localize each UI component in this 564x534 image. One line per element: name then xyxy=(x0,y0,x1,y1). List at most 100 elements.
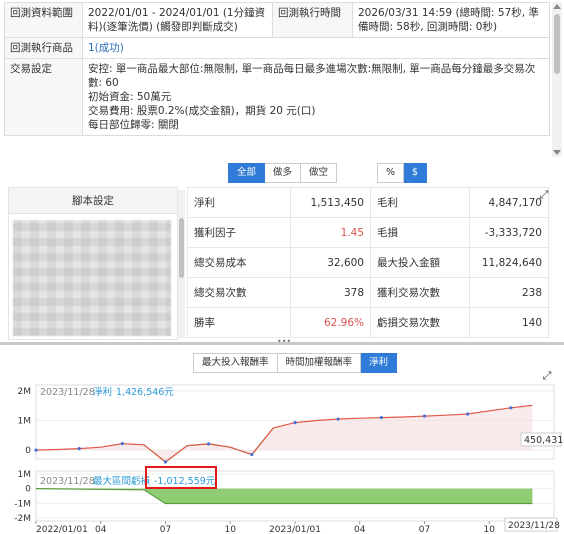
range-value: 2022/01/01 - 2024/01/01 (1分鐘資料)(逐筆洗價) (觸… xyxy=(82,2,273,38)
y-tick-label: -2M xyxy=(14,514,31,524)
settings-label: 交易設定 xyxy=(4,58,83,136)
stat-value: 62.96% xyxy=(290,307,371,338)
product-link[interactable]: 1(成功) xyxy=(88,42,124,54)
stats-row: 總交易成本 32,600 最大投入金額 11,824,640 xyxy=(187,247,549,278)
stat-label: 淨利 xyxy=(187,187,291,218)
tab-direction-all[interactable]: 全部 xyxy=(228,163,266,183)
stat-label: 總交易次數 xyxy=(187,277,291,308)
equity-chart[interactable]: 2M 1M 0 2023/11/28 淨利 1,426,546元 450,431 1… xyxy=(0,379,564,534)
script-scroll-thumb[interactable] xyxy=(179,218,184,278)
stat-label: 獲利交易次數 xyxy=(370,277,470,308)
stat-value: -3,333,720 xyxy=(469,217,549,248)
y-tick-label: 2M xyxy=(18,387,32,397)
script-settings-title: 腳本設定 xyxy=(9,188,177,214)
tab-net-profit[interactable]: 淨利 xyxy=(361,353,398,373)
settings-risk-control: 安控: 單一商品最大部位:無限制, 單一商品每日最多進場次數:無限制, 單一商品… xyxy=(88,63,536,89)
net-profit-point xyxy=(293,420,297,425)
stat-label: 虧損交易次數 xyxy=(370,307,470,338)
net-profit-point xyxy=(207,442,211,446)
stat-label: 勝率 xyxy=(187,307,291,338)
tab-unit-dollar[interactable]: $ xyxy=(404,163,428,183)
x-tick-label: 2022/01/01 xyxy=(36,525,88,534)
script-settings-blurred-content xyxy=(13,220,171,336)
x-tick-label: 07 xyxy=(419,525,430,534)
stats-row: 勝率 62.96% 虧損交易次數 140 xyxy=(187,307,549,338)
settings-fees: 交易費用: 股票0.2%(成交金額)，期貨 20 元(口) xyxy=(88,105,316,117)
y-tick-label: 0 xyxy=(25,446,31,456)
y-tick-label: 0 xyxy=(25,485,31,495)
backtest-info-table: 回測資料範圍 2022/01/01 - 2024/01/01 (1分鐘資料)(逐… xyxy=(4,2,550,136)
stat-value: 1,513,450 xyxy=(290,187,371,218)
stat-label: 毛損 xyxy=(370,217,470,248)
x-axis: 2022/01/01 04 07 10 2023/01/01 04 07 10 xyxy=(35,521,496,534)
drawdown-highlight-box xyxy=(145,466,217,489)
tab-unit-percent[interactable]: % xyxy=(377,163,405,183)
y-tick-label: 1M xyxy=(18,470,32,480)
y-tick-label: 1M xyxy=(18,417,32,427)
y-tick-label: -1M xyxy=(14,499,31,509)
tab-direction-long[interactable]: 做多 xyxy=(265,163,302,183)
script-panel-scrollbar[interactable] xyxy=(178,190,185,338)
product-label: 回測執行商品 xyxy=(4,37,83,59)
net-profit-point xyxy=(163,460,168,464)
stats-row: 獲利因子 1.45 毛損 -3,333,720 xyxy=(187,217,549,248)
tab-direction-short[interactable]: 做空 xyxy=(301,163,338,183)
tab-max-invest-return[interactable]: 最大投入報酬率 xyxy=(193,353,278,373)
top-legend-value: 1,426,546元 xyxy=(116,387,174,398)
net-profit-point xyxy=(336,417,340,421)
net-profit-point xyxy=(466,412,470,416)
x-end-label: 2023/11/28 xyxy=(508,521,560,531)
scroll-thumb[interactable] xyxy=(554,14,560,74)
settings-daily-reset: 每日部位歸零: 關閉 xyxy=(88,119,179,131)
net-profit-point xyxy=(422,414,427,418)
bottom-legend-label: 最大區間虧損 xyxy=(93,475,151,487)
stat-value: 11,824,640 xyxy=(469,247,549,278)
stat-label: 獲利因子 xyxy=(187,217,291,248)
tab-time-weighted-return[interactable]: 時間加權報酬率 xyxy=(277,353,362,373)
net-profit-point xyxy=(77,447,81,451)
direction-toggle-group: 全部 做多 做空 xyxy=(228,163,338,183)
stat-value: 378 xyxy=(290,277,371,308)
stats-table: 淨利 1,513,450 毛利 4,847,170 獲利因子 1.45 毛損 -… xyxy=(187,187,549,338)
x-tick-label: 2023/01/01 xyxy=(269,525,321,534)
scroll-up-arrow-icon[interactable] xyxy=(553,4,561,9)
net-profit-point xyxy=(34,448,38,452)
unit-toggle-group: % $ xyxy=(377,163,428,183)
bottom-legend-date: 2023/11/28 xyxy=(40,476,95,487)
bottom-y-axis: 1M 0 -1M -2M xyxy=(14,470,31,524)
info-scrollbar[interactable] xyxy=(552,2,562,157)
x-tick-label: 10 xyxy=(225,525,237,534)
exec-time-value: 2026/03/31 14:59 (總時間: 57秒, 準備時間: 58秒, 回… xyxy=(352,2,550,38)
top-legend-date: 2023/11/28 xyxy=(40,387,95,398)
splitter-grip-icon[interactable]: ••• xyxy=(277,338,291,346)
stat-label: 毛利 xyxy=(370,187,470,218)
scroll-down-arrow-icon[interactable] xyxy=(553,150,561,155)
x-tick-label: 10 xyxy=(484,525,496,534)
x-tick-label: 07 xyxy=(160,525,171,534)
stat-value: 4,847,170 xyxy=(469,187,549,218)
script-settings-panel: 腳本設定 xyxy=(8,187,178,340)
settings-initial-capital: 初始資金: 50萬元 xyxy=(88,91,172,103)
chart-tab-group: 最大投入報酬率 時間加權報酬率 淨利 xyxy=(193,353,398,373)
x-tick-label: 04 xyxy=(354,525,366,534)
exec-time-label: 回測執行時間 xyxy=(272,2,353,38)
stat-value: 32,600 xyxy=(290,247,371,278)
stat-value: 1.45 xyxy=(290,217,371,248)
net-profit-point xyxy=(509,406,513,410)
stats-row: 總交易次數 378 獲利交易次數 238 xyxy=(187,277,549,308)
stat-value: 140 xyxy=(469,307,549,338)
settings-content: 安控: 單一商品最大部位:無限制, 單一商品每日最多進場次數:無限制, 單一商品… xyxy=(82,58,550,136)
top-y-axis: 2M 1M 0 xyxy=(18,387,32,456)
stat-value: 238 xyxy=(469,277,549,308)
range-label: 回測資料範圍 xyxy=(4,2,83,38)
stats-row: 淨利 1,513,450 毛利 4,847,170 xyxy=(187,187,549,218)
stat-label: 最大投入金額 xyxy=(370,247,470,278)
expand-stats-icon[interactable]: ⤢ xyxy=(538,189,550,201)
last-value-label: 450,431 xyxy=(524,435,563,446)
stat-label: 總交易成本 xyxy=(187,247,291,278)
net-profit-point xyxy=(120,442,124,446)
top-legend-label: 淨利 xyxy=(93,386,112,398)
net-profit-point xyxy=(250,452,254,457)
x-tick-label: 04 xyxy=(95,525,107,534)
net-profit-point xyxy=(379,415,383,420)
